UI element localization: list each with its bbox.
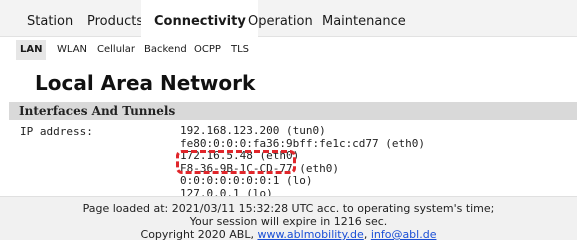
tab-connectivity[interactable]: Connectivity	[141, 0, 258, 37]
ip-address-label: IP address:	[20, 125, 93, 138]
subtab-ocpp[interactable]: OCPP	[194, 40, 221, 60]
tab-products[interactable]: Products	[87, 0, 143, 36]
tab-maintenance[interactable]: Maintenance	[322, 0, 406, 36]
page-loaded-text: Page loaded at: 2021/03/11 15:32:28 UTC …	[82, 202, 495, 215]
copyright-text: Copyright 2020 ABL,	[140, 228, 254, 240]
tab-station[interactable]: Station	[27, 0, 73, 36]
tab-operation[interactable]: Operation	[248, 0, 313, 36]
section-header: Interfaces And Tunnels	[9, 102, 577, 120]
email-link[interactable]: info@abl.de	[371, 228, 437, 240]
subtab-wlan[interactable]: WLAN	[57, 40, 87, 60]
sub-nav: LAN WLAN Cellular Backend OCPP TLS	[0, 37, 577, 64]
subtab-lan[interactable]: LAN	[16, 40, 47, 60]
subtab-tls[interactable]: TLS	[231, 40, 249, 60]
ip-address-item: 192.168.123.200 (tun0)	[180, 124, 326, 137]
top-nav: Station Products Connectivity Operation …	[0, 0, 577, 37]
website-link[interactable]: www.ablmobility.de	[257, 228, 363, 240]
highlight-annotation-box	[176, 150, 296, 174]
link-separator: ,	[363, 228, 368, 240]
page-title: Local Area Network	[35, 71, 256, 95]
session-expire-text: Your session will expire in 1216 sec.	[189, 215, 388, 228]
ip-address-item: 0:0:0:0:0:0:0:1 (lo)	[180, 174, 313, 187]
subtab-backend[interactable]: Backend	[144, 40, 187, 60]
subtab-cellular[interactable]: Cellular	[97, 40, 135, 60]
copyright-line: Copyright 2020 ABL, www.ablmobility.de, …	[0, 228, 577, 240]
footer: Page loaded at: 2021/03/11 15:32:28 UTC …	[0, 196, 577, 240]
